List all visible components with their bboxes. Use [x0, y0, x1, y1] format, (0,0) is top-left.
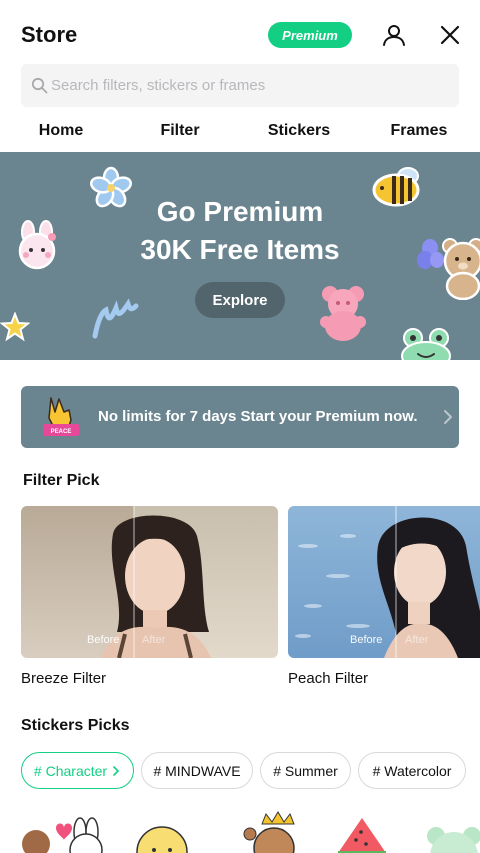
promo-text: No limits for 7 days Start your Premium … — [98, 408, 418, 425]
tab-home[interactable]: Home — [6, 122, 116, 140]
green-bear-sticker-icon — [427, 827, 480, 853]
chip-summer[interactable]: # Summer — [260, 752, 351, 789]
chip-label: # Character — [33, 762, 108, 779]
search-bar — [21, 64, 459, 107]
filter-name: Peach Filter — [288, 670, 369, 687]
page-title: Store — [21, 22, 78, 47]
premium-banner[interactable]: Go Premium 30K Free Items Explore — [0, 152, 480, 360]
chick-sticker-icon — [136, 826, 188, 853]
crowned-bear-sticker-icon — [243, 811, 295, 853]
sticker-preview-row — [0, 810, 480, 853]
explore-button[interactable]: Explore — [195, 282, 285, 318]
after-label: After — [405, 634, 429, 646]
banner-subtitle: 30K Free Items — [140, 234, 340, 265]
peace-caption: PEACE — [51, 429, 72, 435]
app-header: Store Premium — [0, 0, 480, 64]
search-icon — [31, 77, 48, 94]
tab-stickers[interactable]: Stickers — [244, 122, 354, 140]
filter-name: Breeze Filter — [21, 670, 107, 687]
chevron-right-icon — [444, 410, 452, 424]
peach-filter-card[interactable]: Before After — [288, 506, 480, 658]
squiggle-sticker-icon — [92, 298, 139, 339]
premium-badge-button[interactable]: Premium — [268, 22, 352, 48]
peace-hand-icon: PEACE — [43, 397, 79, 436]
gummy-bear-sticker-icon — [320, 286, 366, 341]
banner-title: Go Premium — [156, 196, 324, 227]
star-sticker-icon — [0, 312, 30, 342]
tab-filter[interactable]: Filter — [125, 122, 235, 140]
before-label: Before — [87, 634, 120, 646]
bear-bunny-sticker-icon — [22, 817, 103, 853]
frog-sticker-icon — [401, 328, 451, 360]
watermelon-sticker-icon — [338, 818, 386, 853]
chevron-right-icon — [113, 765, 120, 776]
sticker-thumbnails — [22, 811, 480, 853]
chip-mindwave[interactable]: # MINDWAVE — [141, 752, 253, 789]
stickers-picks-title: Stickers Picks — [21, 717, 130, 734]
user-icon[interactable] — [381, 22, 407, 48]
close-icon[interactable] — [437, 22, 463, 48]
breeze-filter-card[interactable]: Before After — [21, 506, 278, 658]
chip-character[interactable]: # Character — [21, 752, 134, 789]
premium-trial-bar[interactable]: PEACE No limits for 7 days Start your Pr… — [21, 386, 459, 448]
search-input[interactable] — [51, 64, 451, 107]
peach-filter-preview — [288, 506, 480, 658]
after-label: After — [142, 634, 166, 646]
chip-watercolor[interactable]: # Watercolor — [358, 752, 466, 789]
category-tabs: Home Filter Stickers Frames — [0, 110, 480, 152]
tab-frames[interactable]: Frames — [364, 122, 474, 140]
filter-pick-title: Filter Pick — [23, 472, 100, 489]
before-label: Before — [350, 634, 383, 646]
